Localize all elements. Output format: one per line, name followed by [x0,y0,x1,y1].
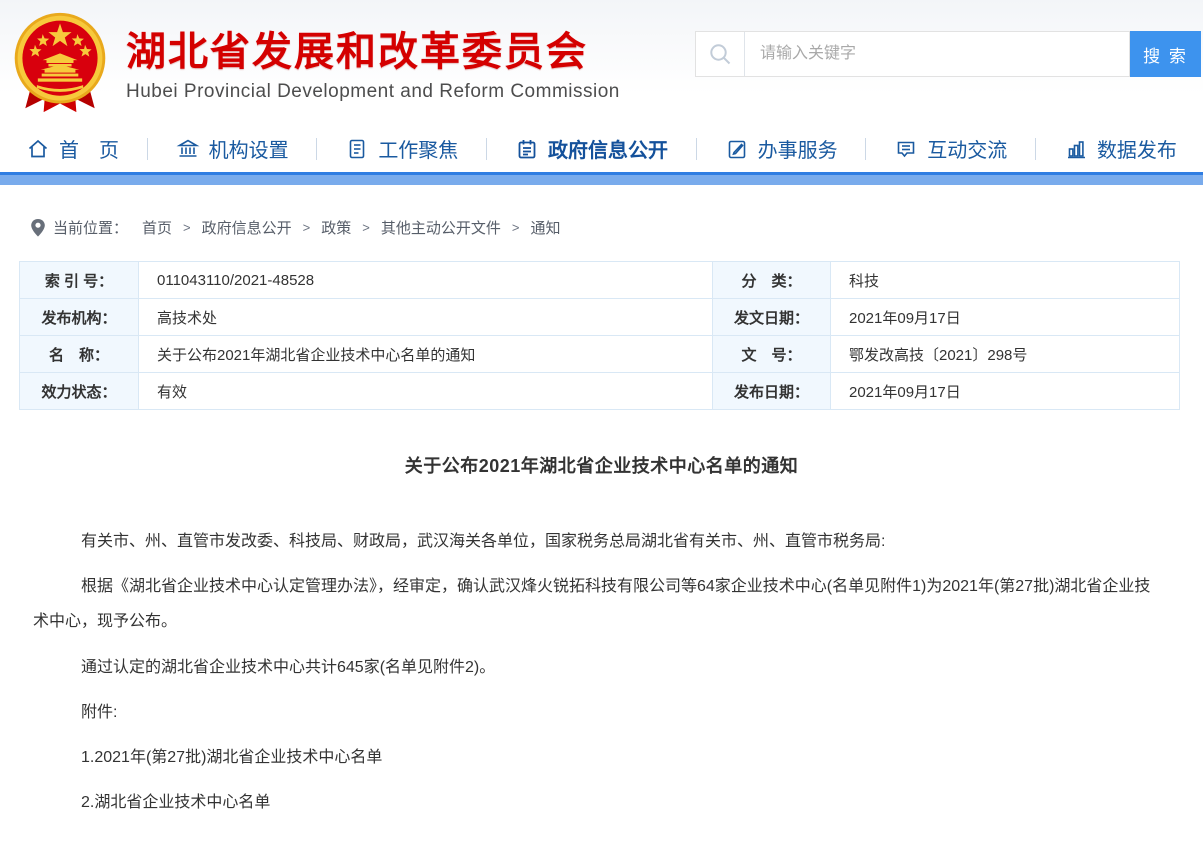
nav-item-label: 数据发布 [1097,134,1177,163]
article: 关于公布2021年湖北省企业技术中心名单的通知 有关市、州、直管市发改委、科技局… [0,452,1203,820]
breadcrumb-separator: > [303,220,311,235]
table-row: 效力状态： 有效 发布日期： 2021年09月17日 [20,373,1180,410]
article-title: 关于公布2021年湖北省企业技术中心名单的通知 [0,452,1203,478]
nav-item-label: 首 页 [59,134,119,163]
meta-label-publish-date: 发布日期： [713,373,831,410]
meta-value-issue-date: 2021年09月17日 [831,299,1180,336]
site-title: 湖北省发展和改革委员会 [126,29,620,75]
nav-item-services[interactable]: 办事服务 [725,134,838,163]
article-paragraph-recipients: 有关市、州、直管市发改委、科技局、财政局，武汉海关各单位，国家税务总局湖北省有关… [33,524,1163,559]
table-row: 名 称： 关于公布2021年湖北省企业技术中心名单的通知 文 号： 鄂发改高技〔… [20,336,1180,373]
meta-label-issue-date: 发文日期： [713,299,831,336]
nav-item-interaction[interactable]: 互动交流 [894,134,1007,163]
nav-underline-light [0,175,1203,185]
meta-label-validity-status: 效力状态： [20,373,139,410]
meta-value-validity-status: 有效 [139,373,713,410]
search-area: 搜 索 [695,31,1201,77]
meta-value-issuing-agency: 高技术处 [139,299,713,336]
breadcrumb-item-gov-info[interactable]: 政府信息公开 [202,217,292,238]
attachment-link-1[interactable]: 1.2021年(第27批)湖北省企业技术中心名单 [33,740,1163,775]
meta-value-publish-date: 2021年09月17日 [831,373,1180,410]
search-input[interactable] [745,32,1129,76]
breadcrumb-item-notice[interactable]: 通知 [530,217,560,238]
document-meta-table: 索 引 号： 011043110/2021-48528 分 类： 科技 发布机构… [19,261,1180,410]
breadcrumb-separator: > [183,220,191,235]
search-icon [696,32,745,76]
nav-item-home[interactable]: 首 页 [26,134,119,163]
article-paragraph-total: 通过认定的湖北省企业技术中心共计645家(名单见附件2)。 [33,650,1163,685]
chat-bubble-icon [894,137,918,161]
nav-separator [865,138,866,160]
site-titles: 湖北省发展和改革委员会 Hubei Provincial Development… [126,23,620,103]
meta-value-doc-number: 鄂发改高技〔2021〕298号 [831,336,1180,373]
nav-separator [147,138,148,160]
nav-item-label: 办事服务 [758,134,838,163]
breadcrumb-separator: > [512,220,520,235]
breadcrumb-separator: > [362,220,370,235]
nav-item-institution[interactable]: 机构设置 [176,134,289,163]
nav-separator [316,138,317,160]
meta-value-category: 科技 [831,262,1180,299]
nav-item-gov-info-disclosure[interactable]: 政府信息公开 [515,134,668,163]
table-row: 索 引 号： 011043110/2021-48528 分 类： 科技 [20,262,1180,299]
site-subtitle-en: Hubei Provincial Development and Reform … [126,81,620,103]
table-row: 发布机构： 高技术处 发文日期： 2021年09月17日 [20,299,1180,336]
article-paragraph-main: 根据《湖北省企业技术中心认定管理办法》，经审定，确认武汉烽火锐拓科技有限公司等6… [33,569,1163,639]
clipboard-icon [515,137,539,161]
breadcrumb-item-policy[interactable]: 政策 [321,217,351,238]
bar-chart-icon [1064,137,1088,161]
breadcrumb-item-home[interactable]: 首页 [142,217,172,238]
service-pen-icon [725,137,749,161]
page: 湖北省发展和改革委员会 Hubei Provincial Development… [0,0,1203,858]
nav-item-work-focus[interactable]: 工作聚焦 [345,134,458,163]
location-pin-icon [30,218,46,238]
meta-label-doc-number: 文 号： [713,336,831,373]
home-icon [26,137,50,161]
institution-icon [176,137,200,161]
nav-separator [696,138,697,160]
breadcrumb: 当前位置： 首页 > 政府信息公开 > 政策 > 其他主动公开文件 > 通知 [30,217,1203,238]
article-body: 有关市、州、直管市发改委、科技局、财政局，武汉海关各单位，国家税务总局湖北省有关… [33,524,1163,820]
nav-item-data-release[interactable]: 数据发布 [1064,134,1177,163]
search-box [695,31,1130,77]
meta-label-title: 名 称： [20,336,139,373]
main-nav: 首 页 机构设置 工作聚焦 政府信息公开 [0,125,1203,172]
meta-value-index-number: 011043110/2021-48528 [139,262,713,299]
attachment-link-2[interactable]: 2.湖北省企业技术中心名单 [33,785,1163,820]
site-header: 湖北省发展和改革委员会 Hubei Provincial Development… [0,0,1203,125]
nav-separator [1035,138,1036,160]
nav-item-label: 工作聚焦 [378,134,458,163]
nav-item-label: 机构设置 [209,134,289,163]
meta-label-issuing-agency: 发布机构： [20,299,139,336]
meta-label-category: 分 类： [713,262,831,299]
search-button[interactable]: 搜 索 [1130,31,1201,77]
meta-value-title: 关于公布2021年湖北省企业技术中心名单的通知 [139,336,713,373]
nav-item-label: 政府信息公开 [548,134,668,163]
national-emblem-logo[interactable] [10,10,110,116]
breadcrumb-label: 当前位置： [53,217,128,238]
document-icon [345,137,369,161]
nav-separator [486,138,487,160]
breadcrumb-item-other-docs[interactable]: 其他主动公开文件 [381,217,501,238]
article-paragraph-attachments-heading: 附件: [33,695,1163,730]
nav-item-label: 互动交流 [927,134,1007,163]
meta-label-index-number: 索 引 号： [20,262,139,299]
